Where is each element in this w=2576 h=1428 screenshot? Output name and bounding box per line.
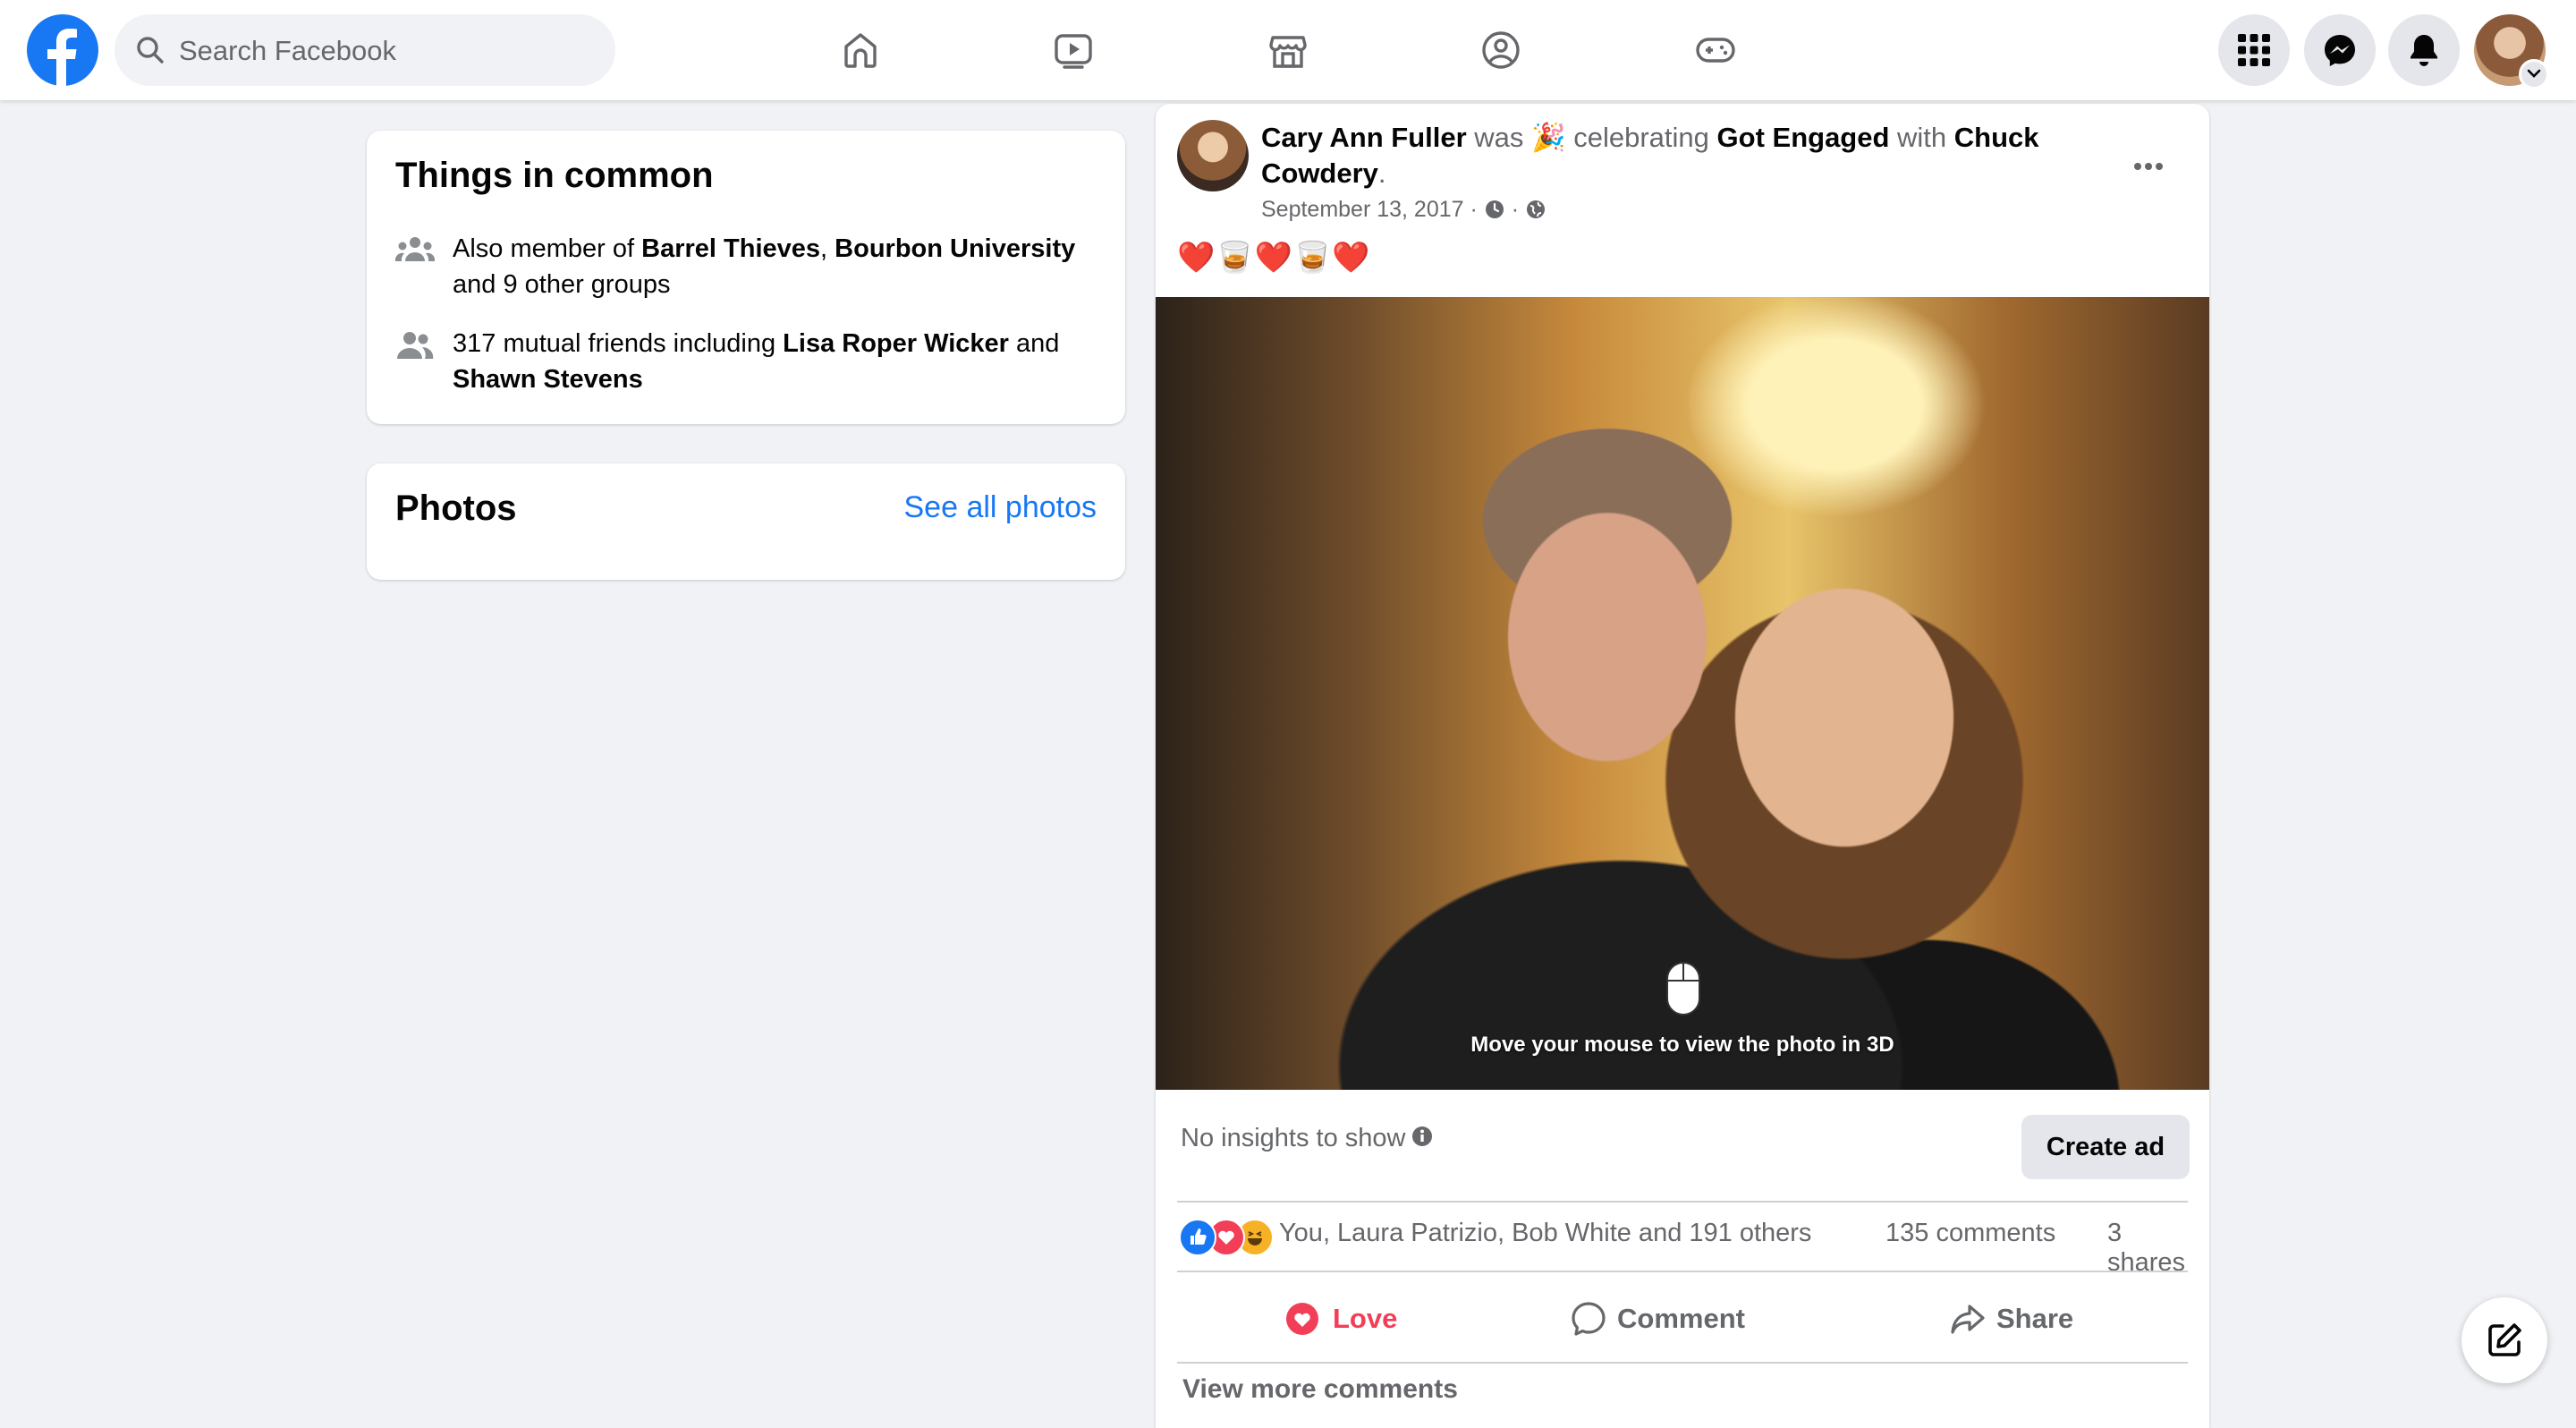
groups-prefix: Also member of xyxy=(453,234,642,263)
nav-home[interactable] xyxy=(816,14,905,86)
divider xyxy=(1177,1362,2188,1364)
comment-icon xyxy=(1572,1302,1606,1336)
insights-row: No insights to show xyxy=(1181,1124,1434,1153)
groups-icon xyxy=(1482,31,1520,69)
reaction-icons[interactable] xyxy=(1179,1219,1286,1256)
comments-count[interactable]: 135 comments xyxy=(1885,1219,2055,1248)
divider xyxy=(1177,1271,2188,1272)
watch-icon xyxy=(1055,34,1092,69)
chevron-down-icon xyxy=(2527,69,2541,78)
clock-icon xyxy=(1485,200,1504,218)
groups-icon xyxy=(395,237,435,261)
like-reaction-icon xyxy=(1179,1219,1216,1256)
photos-card: Photos See all photos xyxy=(367,463,1125,580)
friends-separator: and xyxy=(1008,329,1060,358)
comment-label: Comment xyxy=(1617,1303,1745,1334)
love-label: Love xyxy=(1333,1303,1398,1334)
friends-icon xyxy=(397,332,434,359)
marketplace-icon xyxy=(1269,36,1307,68)
compose-icon xyxy=(2488,1323,2521,1356)
card-title: Things in common xyxy=(395,156,714,195)
meta-separator: · xyxy=(1463,197,1484,222)
nav-watch[interactable] xyxy=(1029,14,1118,86)
gaming-icon xyxy=(1696,38,1735,63)
post-3d-photo[interactable]: Move your mouse to view the photo in 3D xyxy=(1156,297,2209,1090)
friend-link-shawn-stevens[interactable]: Shawn Stevens xyxy=(453,365,643,394)
search-box[interactable] xyxy=(114,14,615,86)
search-input[interactable] xyxy=(177,23,601,79)
photos-title: Photos xyxy=(395,489,517,528)
friend-link-lisa-roper-wicker[interactable]: Lisa Roper Wicker xyxy=(783,329,1009,358)
nav-marketplace[interactable] xyxy=(1243,14,1333,86)
photo-3d-hint: Move your mouse to view the photo in 3D xyxy=(1470,1033,1894,1057)
search-icon xyxy=(137,37,164,64)
more-options-icon[interactable] xyxy=(2122,140,2175,193)
post-header: Cary Ann Fuller was 🎉 celebrating Got En… xyxy=(1261,120,2084,191)
celebration-emoji: 🎉 xyxy=(1531,122,1566,153)
home-icon xyxy=(844,33,877,68)
post-text: ❤️🥃❤️🥃❤️ xyxy=(1177,241,1371,275)
create-ad-button[interactable]: Create ad xyxy=(2021,1115,2190,1179)
top-navigation-bar xyxy=(0,0,2576,100)
author-avatar[interactable] xyxy=(1177,120,1249,191)
messenger-icon xyxy=(2325,35,2355,66)
was-text: was xyxy=(1466,122,1532,153)
reactor-names[interactable]: You, Laura Patrizio, Bob White and 191 o… xyxy=(1279,1219,1811,1248)
love-icon xyxy=(1286,1303,1318,1335)
notifications-button[interactable] xyxy=(2388,14,2460,86)
celebrating-text: celebrating xyxy=(1565,122,1717,153)
share-icon xyxy=(1951,1305,1985,1334)
nav-gaming[interactable] xyxy=(1671,14,1760,86)
shares-count[interactable]: 3 shares xyxy=(2107,1219,2190,1278)
divider xyxy=(1177,1201,2188,1203)
post-card: Cary Ann Fuller was 🎉 celebrating Got En… xyxy=(1156,104,2209,1428)
group-link-bourbon-university[interactable]: Bourbon University xyxy=(835,234,1075,263)
period-text: . xyxy=(1377,157,1386,189)
groups-suffix[interactable]: and 9 other groups xyxy=(453,270,670,299)
friends-prefix: 317 mutual friends including xyxy=(453,329,784,358)
comment-button[interactable]: Comment xyxy=(1513,1283,1850,1351)
author-name-link[interactable]: Cary Ann Fuller xyxy=(1261,122,1467,153)
info-icon[interactable] xyxy=(1411,1125,1434,1148)
messenger-button[interactable] xyxy=(2304,14,2376,86)
menu-button[interactable] xyxy=(2218,14,2290,86)
insights-text: No insights to show xyxy=(1181,1124,1406,1152)
account-avatar[interactable] xyxy=(2474,14,2549,89)
see-all-photos-link[interactable]: See all photos xyxy=(904,490,1097,525)
globe-icon[interactable] xyxy=(1525,199,1546,220)
post-meta: September 13, 2017 · · xyxy=(1261,195,1546,224)
menu-grid-icon xyxy=(2238,34,2270,66)
with-text: with xyxy=(1889,122,1954,153)
new-message-button[interactable] xyxy=(2462,1297,2547,1383)
mouse-icon xyxy=(1666,962,1700,1016)
nav-groups[interactable] xyxy=(1456,14,1546,86)
view-more-comments-link[interactable]: View more comments xyxy=(1182,1374,1458,1405)
things-in-common-card: Things in common Also member of Barrel T… xyxy=(367,131,1125,424)
notifications-icon xyxy=(2411,35,2437,66)
group-link-barrel-thieves[interactable]: Barrel Thieves xyxy=(641,234,820,263)
post-date-link[interactable]: September 13, 2017 xyxy=(1261,197,1464,222)
post-actions: Love Comment Share xyxy=(1177,1283,2188,1351)
life-event-link[interactable]: Got Engaged xyxy=(1717,122,1890,153)
groups-separator: , xyxy=(820,234,835,263)
reactions-summary: You, Laura Patrizio, Bob White and 191 o… xyxy=(1179,1217,2190,1277)
account-menu-chevron[interactable] xyxy=(2519,59,2549,89)
love-button[interactable]: Love xyxy=(1177,1283,1513,1351)
share-label: Share xyxy=(1996,1303,2074,1334)
share-button[interactable]: Share xyxy=(1850,1283,2186,1351)
meta-separator-2: · xyxy=(1504,197,1525,222)
facebook-logo-icon[interactable] xyxy=(27,14,98,86)
